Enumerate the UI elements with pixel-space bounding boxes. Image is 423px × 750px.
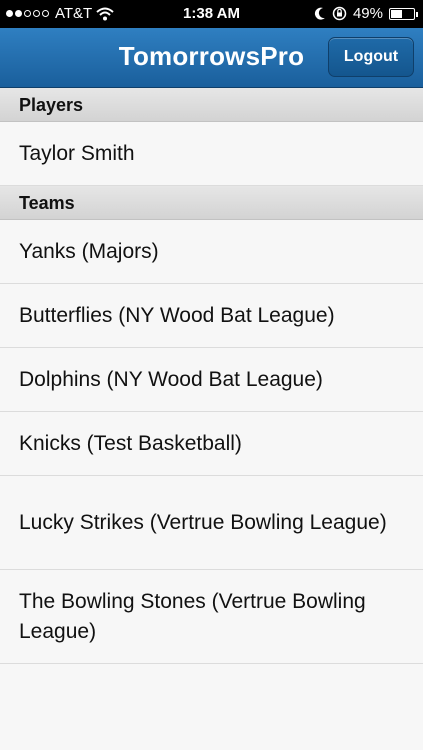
list-item-team[interactable]: Knicks (Test Basketball) bbox=[0, 412, 423, 476]
section-header-teams: Teams bbox=[0, 186, 423, 220]
rotation-lock-icon bbox=[332, 6, 347, 21]
list-item-player[interactable]: Taylor Smith bbox=[0, 122, 423, 186]
team-name: Knicks (Test Basketball) bbox=[19, 431, 242, 455]
nav-bar: TomorrowsPro Logout bbox=[0, 28, 423, 88]
list-item-team[interactable]: Dolphins (NY Wood Bat League) bbox=[0, 348, 423, 412]
team-name: Lucky Strikes (Vertrue Bowling League) bbox=[19, 510, 387, 534]
status-bar: AT&T 1:38 AM 49% bbox=[0, 0, 423, 28]
team-name: Yanks (Majors) bbox=[19, 239, 159, 263]
team-name: The Bowling Stones (Vertrue Bowling Leag… bbox=[19, 589, 366, 643]
list-item-team[interactable]: Butterflies (NY Wood Bat League) bbox=[0, 284, 423, 348]
battery-fill bbox=[391, 9, 402, 18]
list-item-team[interactable]: Lucky Strikes (Vertrue Bowling League) bbox=[0, 476, 423, 570]
moon-icon bbox=[314, 7, 325, 20]
battery-percent: 49% bbox=[352, 5, 383, 22]
logout-button[interactable]: Logout bbox=[328, 37, 414, 77]
player-name: Taylor Smith bbox=[19, 141, 135, 165]
team-name: Dolphins (NY Wood Bat League) bbox=[19, 367, 323, 391]
status-right: 49% bbox=[314, 5, 418, 22]
section-header-players: Players bbox=[0, 88, 423, 122]
team-name: Butterflies (NY Wood Bat League) bbox=[19, 303, 335, 327]
main-list: Players Taylor Smith Teams Yanks (Majors… bbox=[0, 88, 423, 664]
list-item-team[interactable]: The Bowling Stones (Vertrue Bowling Leag… bbox=[0, 570, 423, 664]
battery-tip bbox=[416, 11, 418, 17]
list-item-team[interactable]: Yanks (Majors) bbox=[0, 220, 423, 284]
battery-icon bbox=[389, 7, 418, 20]
